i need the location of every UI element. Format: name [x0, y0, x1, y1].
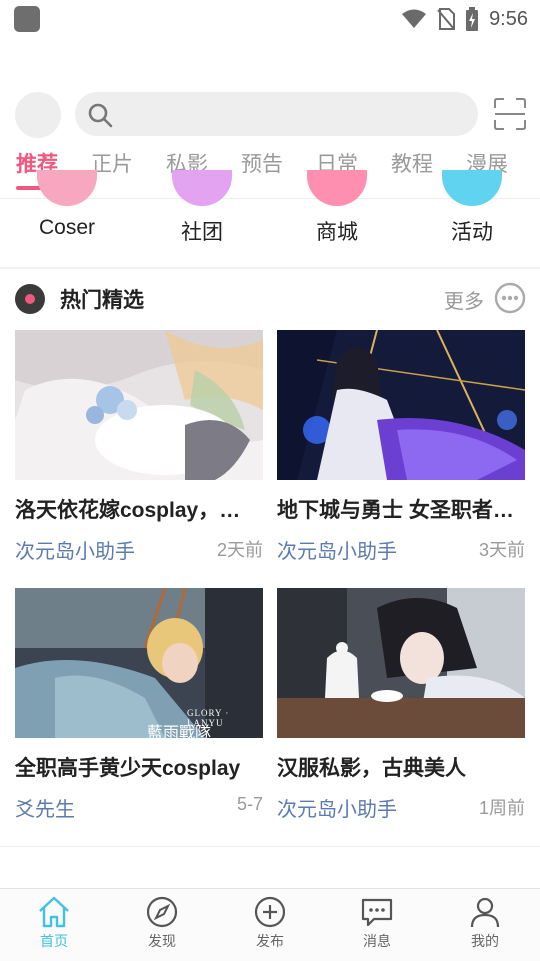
tab-feature[interactable]: 正片 — [91, 148, 133, 178]
plus-circle-icon — [254, 896, 286, 928]
nav-messages[interactable]: 消息 — [342, 895, 412, 957]
event-icon — [442, 170, 502, 206]
thumbnail-caption: 藍雨戰隊 — [147, 725, 212, 738]
wifi-icon — [402, 9, 427, 28]
category-label: Coser — [38, 216, 96, 239]
club-icon — [172, 170, 232, 206]
post-thumbnail[interactable]: GLORY · LANYU 藍雨戰隊 — [15, 588, 263, 738]
category-club[interactable]: 社团 — [152, 170, 252, 258]
user-icon — [470, 897, 500, 928]
post-title[interactable]: 全职高手黄少天cosplay — [15, 752, 263, 782]
category-label: 活动 — [451, 221, 493, 244]
divider — [0, 846, 540, 847]
no-sim-icon — [437, 8, 456, 30]
tab-tutorial[interactable]: 教程 — [391, 148, 433, 178]
compass-icon — [146, 896, 178, 928]
section-header: 热门精选 更多 — [0, 282, 540, 318]
post-thumbnail[interactable] — [15, 330, 263, 480]
divider — [0, 267, 540, 269]
status-time: 9:56 — [489, 7, 528, 30]
nav-discover[interactable]: 发现 — [127, 895, 197, 957]
nav-profile[interactable]: 我的 — [450, 895, 520, 957]
nav-label: 首页 — [40, 933, 68, 949]
category-coser[interactable]: Coser — [17, 170, 117, 258]
nav-label: 我的 — [471, 933, 499, 949]
home-icon — [39, 896, 69, 928]
post-card[interactable]: 地下城与勇士 女圣职者… 次元岛小助手 3天前 — [277, 330, 525, 563]
category-event[interactable]: 活动 — [422, 170, 522, 258]
search-icon — [88, 103, 113, 128]
message-icon — [361, 898, 393, 927]
category-label: 商城 — [316, 221, 358, 244]
post-author[interactable]: 爻先生 — [15, 793, 75, 822]
mall-icon — [307, 170, 367, 206]
post-card[interactable]: 洛天依花嫁cosplay，… 次元岛小助手 2天前 — [15, 330, 263, 563]
category-mall[interactable]: 商城 — [287, 170, 387, 258]
top-bar — [0, 90, 540, 138]
avatar[interactable] — [15, 92, 61, 138]
more-dots-icon[interactable] — [494, 282, 526, 314]
post-title[interactable]: 汉服私影，古典美人 — [277, 752, 525, 782]
post-title[interactable]: 地下城与勇士 女圣职者… — [277, 494, 525, 524]
post-author[interactable]: 次元岛小助手 — [277, 793, 397, 822]
nav-label: 发现 — [148, 933, 176, 949]
nav-label: 消息 — [363, 933, 391, 949]
status-bar: 9:56 — [0, 0, 540, 38]
category-label: 社团 — [181, 221, 223, 244]
bottom-nav: 首页 发现 发布 消息 我的 — [0, 888, 540, 961]
scan-icon[interactable] — [494, 98, 526, 130]
post-time: 5-7 — [236, 794, 263, 814]
nav-home[interactable]: 首页 — [19, 895, 89, 957]
status-icons: 9:56 — [401, 6, 528, 32]
search-input[interactable] — [75, 92, 478, 136]
record-icon — [15, 284, 45, 314]
post-thumbnail[interactable] — [277, 588, 525, 738]
post-time: 2天前 — [216, 540, 263, 560]
more-link[interactable]: 更多 — [444, 285, 484, 314]
tab-preview[interactable]: 预告 — [241, 148, 283, 178]
app-icon — [14, 6, 40, 32]
nav-label: 发布 — [256, 933, 284, 949]
post-time: 3天前 — [478, 540, 525, 560]
post-card[interactable]: GLORY · LANYU 藍雨戰隊 全职高手黄少天cosplay 爻先生 5-… — [15, 588, 263, 821]
post-author[interactable]: 次元岛小助手 — [277, 535, 397, 564]
post-author[interactable]: 次元岛小助手 — [15, 535, 135, 564]
battery-charging-icon — [466, 7, 479, 31]
section-title: 热门精选 — [60, 289, 144, 312]
coser-icon — [37, 170, 97, 206]
post-card[interactable]: 汉服私影，古典美人 次元岛小助手 1周前 — [277, 588, 525, 821]
post-thumbnail[interactable] — [277, 330, 525, 480]
nav-publish[interactable]: 发布 — [235, 895, 305, 957]
post-title[interactable]: 洛天依花嫁cosplay，… — [15, 494, 263, 524]
post-time: 1周前 — [478, 798, 525, 818]
